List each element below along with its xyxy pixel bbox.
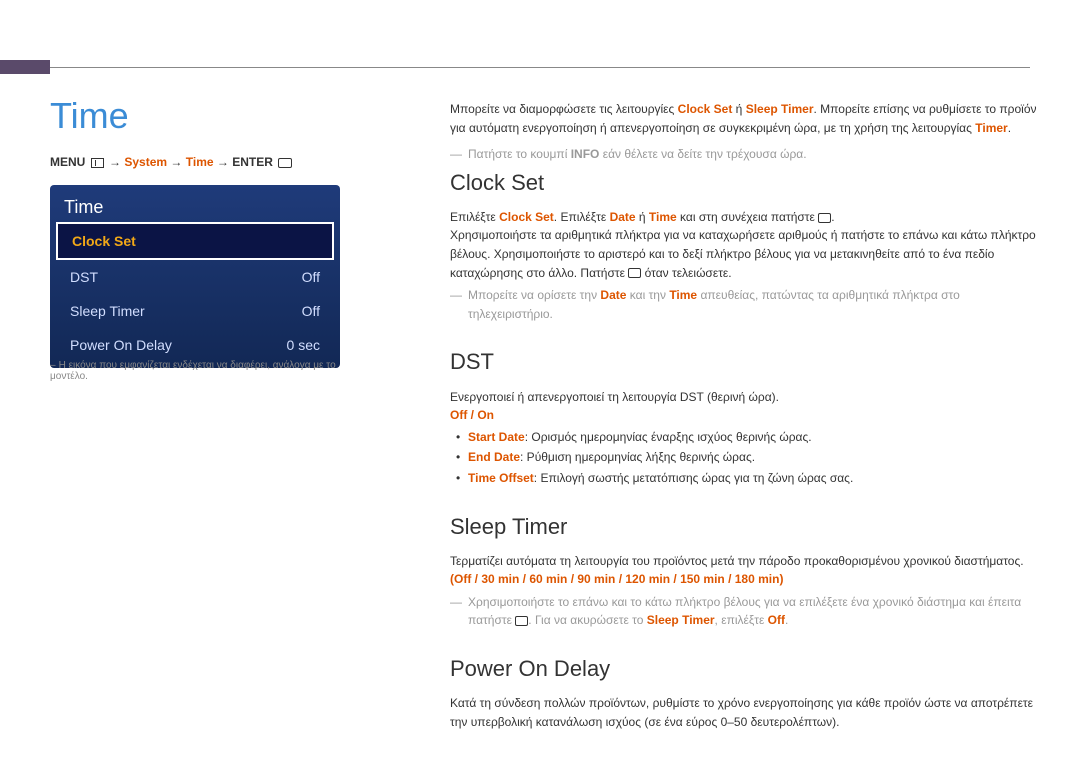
menu-item-clock-set[interactable]: Clock Set (56, 222, 334, 260)
sleep-note: ―Χρησιμοποιήστε το επάνω και το κάτω πλή… (468, 593, 1040, 630)
page-title: Time (50, 95, 129, 137)
menu-item-label: Sleep Timer (70, 303, 145, 319)
dst-options: Off / On (450, 406, 1040, 425)
clock-set-p1: Επιλέξτε Clock Set. Επιλέξτε Date ή Time… (450, 208, 1040, 227)
sleep-body: Τερματίζει αυτόματα τη λειτουργία του πρ… (450, 552, 1040, 571)
intro-note: ―Πατήστε το κουμπί INFO εάν θέλετε να δε… (468, 145, 1040, 164)
dst-body: Ενεργοποιεί ή απενεργοποιεί τη λειτουργί… (450, 388, 1040, 407)
list-item: End Date: Ρύθμιση ημερομηνίας λήξης θερι… (468, 448, 1040, 467)
menu-item-dst[interactable]: DST Off (56, 260, 334, 294)
enter-icon (278, 158, 292, 168)
settings-menu: Time Clock Set DST Off Sleep Timer Off P… (50, 185, 340, 368)
power-on-delay-body: Κατά τη σύνδεση πολλών προϊόντων, ρυθμίσ… (450, 694, 1040, 731)
header-rule (50, 67, 1030, 68)
menu-footnote: –Η εικόνα που εμφανίζεται ενδέχεται να δ… (50, 360, 350, 382)
list-item: Start Date: Ορισμός ημερομηνίας έναρξης … (468, 428, 1040, 447)
menu-item-label: Clock Set (72, 233, 136, 249)
menu-item-label: Power On Delay (70, 337, 172, 353)
clock-set-p2: Χρησιμοποιήστε τα αριθμητικά πλήκτρα για… (450, 226, 1040, 282)
breadcrumb: MENU → System → Time → ENTER (50, 155, 292, 169)
content: Μπορείτε να διαμορφώσετε τις λειτουργίες… (450, 100, 1040, 731)
menu-item-value: 0 sec (287, 337, 320, 353)
clock-set-note: ―Μπορείτε να ορίσετε την Date και την Ti… (468, 286, 1040, 323)
menu-item-sleep-timer[interactable]: Sleep Timer Off (56, 294, 334, 328)
breadcrumb-arrow-1: → (109, 155, 121, 169)
header-accent (0, 60, 50, 74)
sleep-options: (Off / 30 min / 60 min / 90 min / 120 mi… (450, 570, 1040, 589)
menu-icon (91, 158, 104, 168)
menu-item-value: Off (302, 303, 320, 319)
intro-paragraph: Μπορείτε να διαμορφώσετε τις λειτουργίες… (450, 100, 1040, 137)
list-item: Time Offset: Επιλογή σωστής μετατόπισης … (468, 469, 1040, 488)
breadcrumb-arrow-2: → (170, 155, 182, 169)
breadcrumb-time: Time (186, 155, 214, 169)
menu-item-label: DST (70, 269, 98, 285)
breadcrumb-system: System (124, 155, 167, 169)
heading-clock-set: Clock Set (450, 166, 1040, 200)
breadcrumb-enter: ENTER (232, 155, 273, 169)
heading-dst: DST (450, 345, 1040, 379)
menu-item-power-on-delay[interactable]: Power On Delay 0 sec (56, 328, 334, 362)
heading-sleep-timer: Sleep Timer (450, 510, 1040, 544)
breadcrumb-menu: MENU (50, 155, 85, 169)
menu-item-value: Off (302, 269, 320, 285)
menu-title: Time (56, 191, 334, 222)
enter-icon (515, 616, 528, 626)
heading-power-on-delay: Power On Delay (450, 652, 1040, 686)
breadcrumb-arrow-3: → (217, 155, 229, 169)
enter-icon (818, 213, 831, 223)
dst-list: Start Date: Ορισμός ημερομηνίας έναρξης … (468, 428, 1040, 488)
enter-icon (628, 268, 641, 278)
